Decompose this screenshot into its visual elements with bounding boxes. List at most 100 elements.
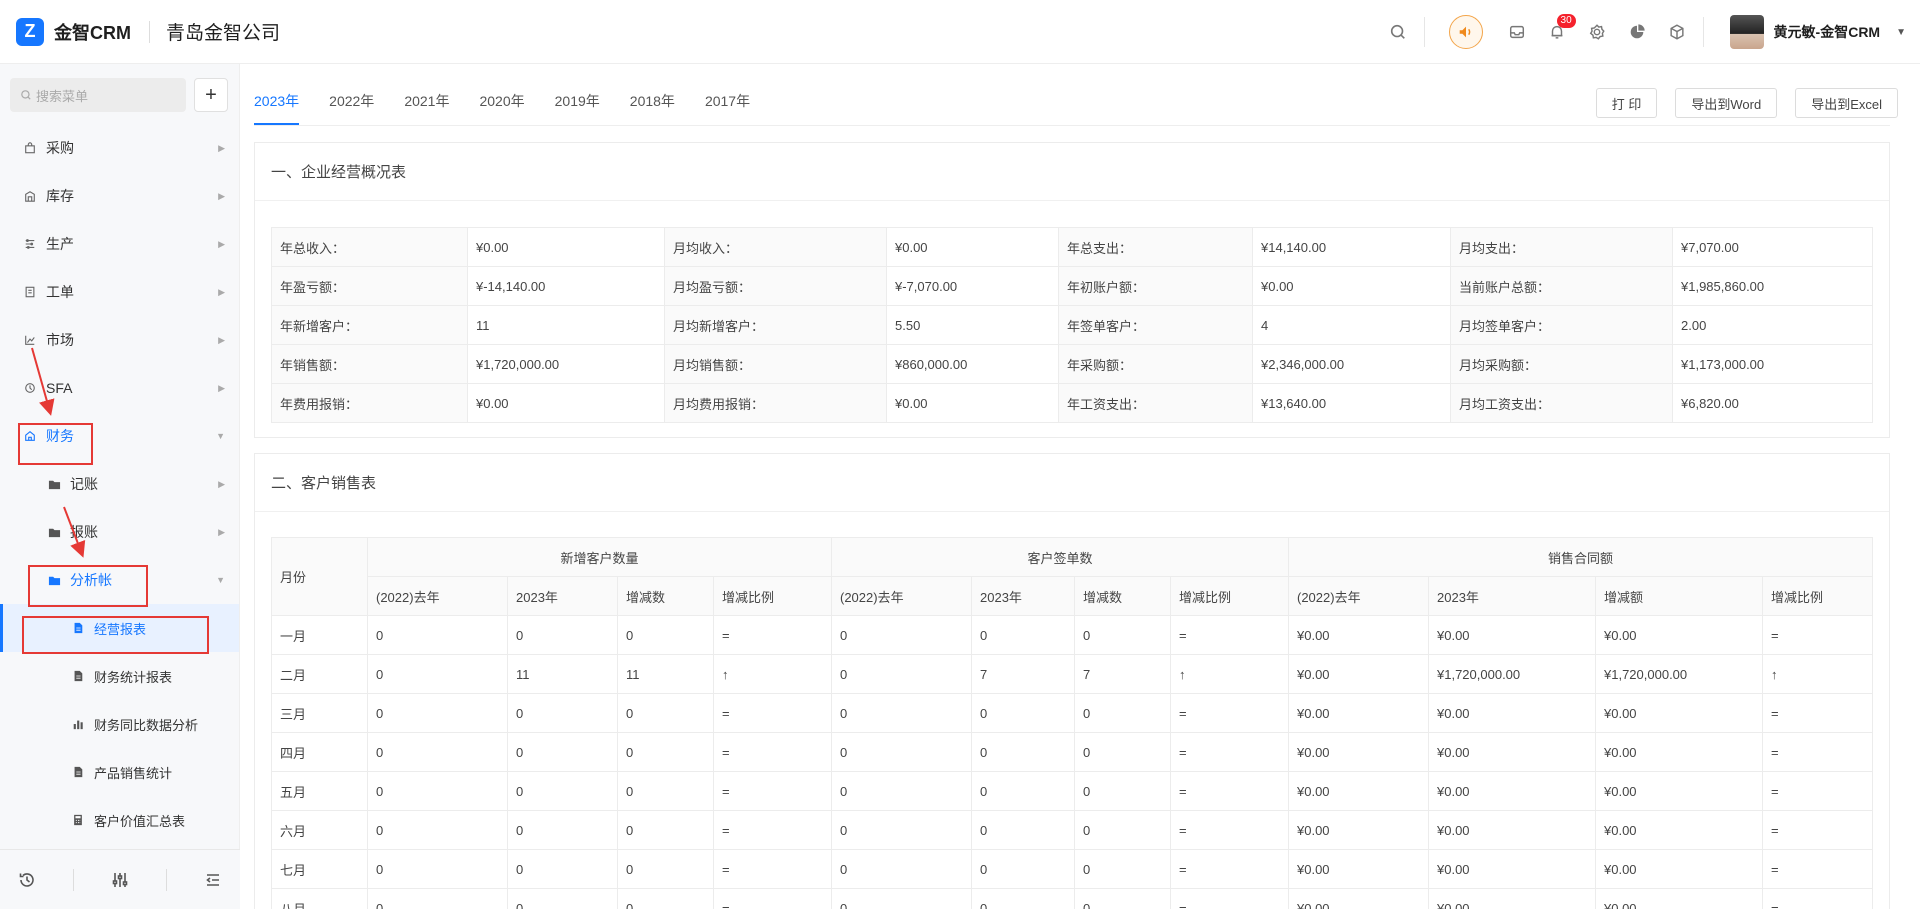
sidebar-item-ticket[interactable]: 工单 ▶ (0, 268, 239, 316)
logo[interactable]: Z 金智CRM (16, 17, 131, 46)
table-cell: 11 (507, 654, 618, 694)
month-cell: 二月 (271, 654, 368, 694)
table-cell: 11 (617, 654, 714, 694)
table-cell: ¥0.00 (1288, 849, 1429, 889)
sidebar-item-yoy-analysis[interactable]: 财务同比数据分析 (0, 700, 239, 748)
print-button[interactable]: 打 印 (1595, 88, 1658, 118)
month-cell: 一月 (271, 615, 368, 655)
overview-label: 年工资支出： (1058, 383, 1253, 423)
sidebar-item-sfa[interactable]: SFA ▶ (0, 364, 239, 412)
bell-icon[interactable]: 30 (1547, 14, 1576, 42)
table-cell: = (713, 849, 832, 889)
tab-2020[interactable]: 2020年 (479, 91, 524, 125)
gear-icon[interactable] (1587, 22, 1607, 42)
sidebar-item-label: 财务统计报表 (94, 669, 173, 685)
overview-table: 年总收入： ¥0.00 月均收入： ¥0.00 年总支出： ¥14,140.00 月均支出：… (271, 227, 1873, 423)
table-cell: 0 (831, 732, 972, 772)
table-cell: 0 (617, 810, 714, 850)
export-word-button[interactable]: 导出到Word (1675, 88, 1778, 118)
search-icon[interactable] (1388, 22, 1408, 42)
column-header: 增减数 (1074, 576, 1171, 616)
table-cell: ¥0.00 (1595, 615, 1763, 655)
column-header: 2023年 (1428, 576, 1596, 616)
table-cell: 0 (367, 849, 508, 889)
table-row: 二月 0 11 11 ↑ 0 7 7 ↑ ¥0.00 ¥1,720,000.00 ¥1,720,000… (271, 654, 1873, 694)
column-header: 增减比例 (1170, 576, 1289, 616)
sidebar-item-purchase[interactable]: 采购 ▶ (0, 124, 239, 172)
overview-label: 月均采购额： (1450, 344, 1673, 384)
sales-table: 月份 新增客户数量 客户签单数 销售合同额 (2022)去年 2023年 增减数 增减比例 (2… (271, 537, 1873, 909)
footer-divider (165, 868, 167, 891)
table-cell: 0 (617, 693, 714, 733)
table-cell: ¥0.00 (1428, 693, 1596, 733)
sliders-icon[interactable] (111, 871, 129, 889)
table-cell: ¥0.00 (1595, 849, 1763, 889)
sidebar-item-product-sales-stats[interactable]: 产品销售统计 (0, 748, 239, 796)
overview-title: 一、企业经营概况表 (255, 143, 1889, 201)
overview-label: 年销售额： (271, 344, 468, 384)
table-cell: = (1170, 615, 1289, 655)
table-row: 年总收入： ¥0.00 月均收入： ¥0.00 年总支出： ¥14,140.00 月均支出：… (271, 227, 1873, 267)
column-group-header: 销售合同额 (1288, 537, 1873, 577)
chevron-right-icon: ▶ (218, 190, 225, 201)
sidebar: 搜索菜单 + 采购 ▶ 库存 ▶ 生产 ▶ 工单 ▶ 市场 ▶ SFA ▶ 财务… (0, 64, 240, 909)
tab-2017[interactable]: 2017年 (705, 91, 750, 125)
table-header-row: 月份 新增客户数量 客户签单数 销售合同额 (271, 537, 1873, 616)
user-menu[interactable]: 黄元敏-金智CRM ▼ (1729, 15, 1906, 49)
table-cell: = (1762, 771, 1873, 811)
table-cell: = (713, 810, 832, 850)
month-cell: 七月 (271, 849, 368, 889)
month-cell: 四月 (271, 732, 368, 772)
collapse-menu-icon[interactable] (204, 871, 222, 889)
table-cell: ¥0.00 (1428, 849, 1596, 889)
top-header: Z 金智CRM 青岛金智公司 30 黄元敏-金智CRM ▼ (0, 0, 1920, 64)
cube-icon[interactable] (1667, 22, 1687, 42)
table-cell: 0 (507, 810, 618, 850)
warehouse-icon (24, 189, 38, 203)
chevron-right-icon: ▶ (218, 286, 225, 297)
sidebar-item-label: 生产 (46, 236, 74, 252)
overview-value: ¥1,173,000.00 (1672, 344, 1873, 384)
message-icon[interactable] (1507, 22, 1527, 42)
sales-card: 二、客户销售表 月份 新增客户数量 客户签单数 销售合同额 (2022)去年 2023年增… (254, 453, 1890, 909)
sidebar-item-label: SFA (46, 380, 73, 396)
table-cell: 0 (617, 888, 714, 909)
annotation-box-analysis (28, 565, 148, 607)
tab-2022[interactable]: 2022年 (329, 91, 374, 125)
sidebar-item-customer-value-summary[interactable]: 客户价值汇总表 (0, 796, 239, 844)
sidebar-item-finance-stats-report[interactable]: 财务统计报表 (0, 652, 239, 700)
sidebar-item-reimbursement[interactable]: 报账 ▶ (0, 508, 239, 556)
overview-value: ¥6,820.00 (1672, 383, 1873, 423)
tab-2023[interactable]: 2023年 (254, 91, 300, 125)
table-row: 六月 0 0 0 = 0 0 0 = ¥0.00 ¥0.00 ¥0.00 = (271, 810, 1873, 850)
search-icon (21, 90, 31, 100)
history-icon[interactable] (18, 871, 36, 889)
sidebar-item-inventory[interactable]: 库存 ▶ (0, 172, 239, 220)
table-cell: = (1762, 615, 1873, 655)
sidebar-item-market[interactable]: 市场 ▶ (0, 316, 239, 364)
table-cell: = (1762, 732, 1873, 772)
tab-2018[interactable]: 2018年 (630, 91, 675, 125)
sidebar-item-bookkeeping[interactable]: 记账 ▶ (0, 460, 239, 508)
export-excel-button[interactable]: 导出到Excel (1795, 88, 1898, 118)
pie-chart-icon[interactable] (1627, 22, 1647, 42)
toolbar-divider (1702, 17, 1704, 47)
tab-2021[interactable]: 2021年 (404, 91, 449, 125)
table-cell: 0 (1074, 771, 1171, 811)
table-row: 八月 0 0 0 = 0 0 0 = ¥0.00 ¥0.00 ¥0.00 = (271, 888, 1873, 909)
add-menu-button[interactable]: + (194, 78, 228, 112)
table-cell: = (1170, 732, 1289, 772)
toolbar-divider (1423, 17, 1425, 47)
table-cell: ¥0.00 (1595, 732, 1763, 772)
table-cell: 0 (831, 654, 972, 694)
table-cell: ¥1,720,000.00 (1595, 654, 1763, 694)
table-cell: 0 (1074, 888, 1171, 909)
table-cell: ↑ (1762, 654, 1873, 694)
tab-2019[interactable]: 2019年 (555, 91, 600, 125)
table-cell: 0 (831, 810, 972, 850)
menu-search-input[interactable]: 搜索菜单 (10, 78, 186, 112)
sidebar-item-production[interactable]: 生产 ▶ (0, 220, 239, 268)
sound-icon[interactable] (1448, 15, 1483, 49)
table-row: 年新增客户： 11 月均新增客户： 5.50 年签单客户： 4 月均签单客户： 2.00 (271, 305, 1873, 345)
table-cell: ¥0.00 (1595, 771, 1763, 811)
